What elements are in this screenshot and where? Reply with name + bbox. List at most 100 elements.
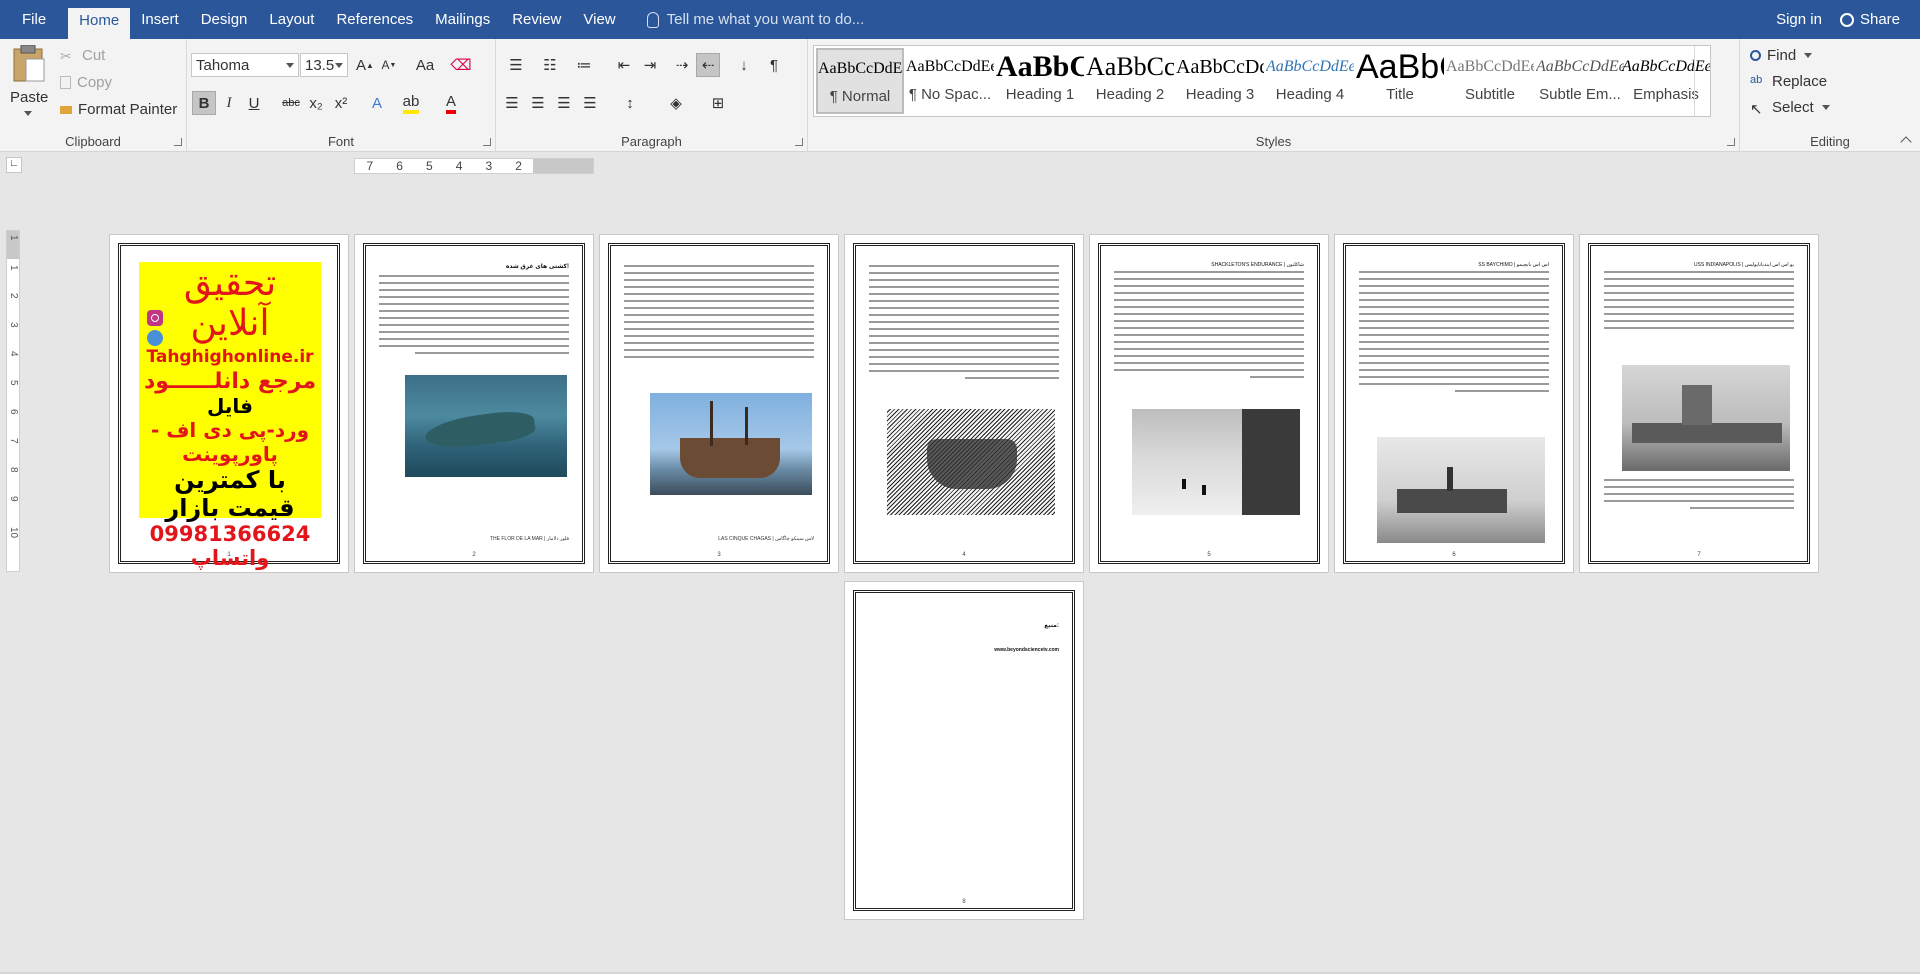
subscript-button[interactable]: x₂ bbox=[304, 91, 328, 115]
paste-button[interactable]: Paste bbox=[6, 45, 50, 123]
paragraph-group-label: Paragraph bbox=[621, 134, 682, 149]
tab-mailings[interactable]: Mailings bbox=[424, 0, 501, 39]
eraser-icon: ⌫ bbox=[450, 57, 472, 74]
align-center-button[interactable]: ☰ bbox=[526, 91, 550, 115]
lightbulb-icon bbox=[646, 11, 659, 28]
chevron-down-icon bbox=[286, 63, 294, 68]
line-spacing-button[interactable]: ↕ bbox=[614, 91, 646, 115]
sunken-ship-image[interactable] bbox=[405, 375, 567, 477]
cut-button[interactable]: ✂ Cut bbox=[60, 47, 105, 64]
show-marks-button[interactable]: ¶ bbox=[762, 53, 786, 77]
tab-review[interactable]: Review bbox=[501, 0, 572, 39]
style-name: Subtitle bbox=[1464, 86, 1516, 103]
page-5[interactable]: SHACKLETON'S ENDURANCE | شاکلتون 5 bbox=[1090, 235, 1328, 572]
style-heading-1[interactable]: AaBbCcDdEe Heading 1 bbox=[996, 48, 1084, 114]
advertisement-banner[interactable]: تحقیق آنلاین Tahghighonline.ir مرجع دانل… bbox=[139, 262, 321, 570]
highlight-button[interactable]: ab bbox=[399, 91, 423, 115]
styles-launcher-icon[interactable] bbox=[1727, 138, 1735, 146]
decrease-indent-button[interactable]: ⇤ bbox=[612, 53, 636, 77]
replace-button[interactable]: ab Replace bbox=[1750, 73, 1827, 90]
shrink-font-button[interactable]: A ▼ bbox=[377, 53, 401, 77]
strikethrough-button[interactable]: abc bbox=[279, 91, 303, 115]
italic-button[interactable]: I bbox=[217, 91, 241, 115]
sort-button[interactable]: ↓ bbox=[732, 53, 756, 77]
ship-in-ice-image[interactable] bbox=[1132, 409, 1300, 515]
rtl-button[interactable]: ⇠ bbox=[696, 53, 720, 77]
font-color-button[interactable]: A bbox=[439, 91, 463, 115]
numbering-button[interactable]: ☷ bbox=[534, 53, 566, 77]
superscript-button[interactable]: x² bbox=[329, 91, 353, 115]
multilevel-list-button[interactable]: ≔ bbox=[568, 53, 600, 77]
ad-reference: مرجع دانلــــــود bbox=[143, 369, 317, 395]
share-button[interactable]: Share bbox=[1834, 0, 1920, 39]
gallery-scrollbar[interactable] bbox=[1694, 46, 1710, 116]
ltr-button[interactable]: ⇢ bbox=[670, 53, 694, 77]
shading-button[interactable]: ◈ bbox=[660, 91, 692, 115]
galleon-ship-image[interactable] bbox=[650, 393, 812, 495]
vertical-ruler[interactable]: 1 1 2 3 4 5 6 7 8 9 10 bbox=[6, 230, 20, 572]
find-button[interactable]: Find bbox=[1750, 47, 1813, 64]
tab-references[interactable]: References bbox=[325, 0, 424, 39]
grow-font-button[interactable]: A ▲ bbox=[353, 53, 377, 77]
style-title[interactable]: AaBbCcDdEeTitle bbox=[1356, 48, 1444, 114]
format-painter-button[interactable]: Format Painter bbox=[60, 101, 177, 118]
page-8[interactable]: منبع: www.beyondsciencetv.com 8 bbox=[845, 582, 1083, 919]
select-button[interactable]: ↖ Select bbox=[1750, 99, 1830, 118]
align-right-button[interactable]: ☰ bbox=[552, 91, 576, 115]
style-subtitle[interactable]: AaBbCcDdEe Subtitle bbox=[1446, 48, 1534, 114]
tab-file[interactable]: File bbox=[0, 0, 68, 39]
source-link[interactable]: www.beyondsciencetv.com bbox=[994, 647, 1059, 653]
horizontal-ruler[interactable]: 7 6 5 4 3 2 1 1 bbox=[354, 158, 594, 174]
change-case-button[interactable]: Aa bbox=[409, 53, 441, 77]
style-preview: AaBbCcDdEe bbox=[1086, 52, 1174, 81]
style-heading-3[interactable]: AaBbCcDdEe Heading 3 bbox=[1176, 48, 1264, 114]
justify-button[interactable]: ☰ bbox=[578, 91, 602, 115]
warship-image[interactable] bbox=[1622, 365, 1790, 471]
page-4[interactable]: 4 bbox=[845, 235, 1083, 572]
underline-button[interactable]: U bbox=[242, 91, 266, 115]
text-effects-button[interactable]: A bbox=[365, 91, 389, 115]
tab-selector[interactable]: ∟ bbox=[6, 157, 22, 173]
clear-formatting-button[interactable]: ⌫ bbox=[449, 53, 473, 77]
ruler-number: 5 bbox=[426, 159, 433, 173]
tab-view[interactable]: View bbox=[572, 0, 626, 39]
copy-button[interactable]: Copy bbox=[60, 74, 112, 91]
tab-home[interactable]: Home bbox=[68, 8, 131, 39]
ship-engraving-image[interactable] bbox=[887, 409, 1055, 515]
paintbrush-icon bbox=[60, 105, 72, 114]
style-normal[interactable]: AaBbCcDdEe ¶ Normal bbox=[816, 48, 904, 114]
increase-indent-button[interactable]: ⇥ bbox=[638, 53, 662, 77]
align-left-button[interactable]: ☰ bbox=[500, 91, 524, 115]
style-name: Heading 3 bbox=[1185, 86, 1255, 103]
copy-label: Copy bbox=[77, 74, 113, 91]
bold-button[interactable]: B bbox=[192, 91, 216, 115]
paragraph-launcher-icon[interactable] bbox=[795, 138, 803, 146]
font-name-box[interactable]: Tahoma bbox=[191, 53, 299, 77]
font-size-box[interactable]: 13.5 bbox=[300, 53, 348, 77]
ruler-number: 8 bbox=[8, 467, 19, 473]
style-preview: AaBbCcDdEe bbox=[1266, 58, 1354, 75]
bullets-button[interactable]: ☰ bbox=[500, 53, 532, 77]
page-1[interactable]: تحقیق آنلاین Tahghighonline.ir مرجع دانل… bbox=[110, 235, 348, 572]
steamship-image[interactable] bbox=[1377, 437, 1545, 543]
style-no-spacing[interactable]: AaBbCcDdEe ¶ No Spac... bbox=[906, 48, 994, 114]
borders-button[interactable]: ⊞ bbox=[702, 91, 734, 115]
tell-me-box[interactable]: Tell me what you want to do... bbox=[627, 0, 864, 39]
tab-layout[interactable]: Layout bbox=[258, 0, 325, 39]
bullets-icon: ☰ bbox=[509, 57, 523, 74]
page-3[interactable]: LAS CINQUE CHAGAS | لاس سینکو چاگاس 3 bbox=[600, 235, 838, 572]
style-subtle-emphasis[interactable]: AaBbCcDdEe Subtle Em... bbox=[1536, 48, 1624, 114]
page-number: 3 bbox=[717, 552, 721, 558]
editing-group-label: Editing bbox=[1810, 134, 1850, 149]
page-7[interactable]: USS INDIANAPOLIS | یو اس اس ایندیاناپولی… bbox=[1580, 235, 1818, 572]
page-2[interactable]: کشتی های غرق شده! THE FLOR DE LA MAR | ف… bbox=[355, 235, 593, 572]
page-6[interactable]: SS BAYCHIMO | اس اس بایچیمو 6 bbox=[1335, 235, 1573, 572]
style-heading-4[interactable]: AaBbCcDdEe Heading 4 bbox=[1266, 48, 1354, 114]
style-heading-2[interactable]: AaBbCcDdEe Heading 2 bbox=[1086, 48, 1174, 114]
tab-design[interactable]: Design bbox=[190, 0, 259, 39]
clipboard-launcher-icon[interactable] bbox=[174, 138, 182, 146]
font-launcher-icon[interactable] bbox=[483, 138, 491, 146]
style-preview: AaBbCcDdEe bbox=[1446, 58, 1534, 75]
tab-insert[interactable]: Insert bbox=[130, 0, 190, 39]
sign-in-link[interactable]: Sign in bbox=[1764, 0, 1834, 39]
